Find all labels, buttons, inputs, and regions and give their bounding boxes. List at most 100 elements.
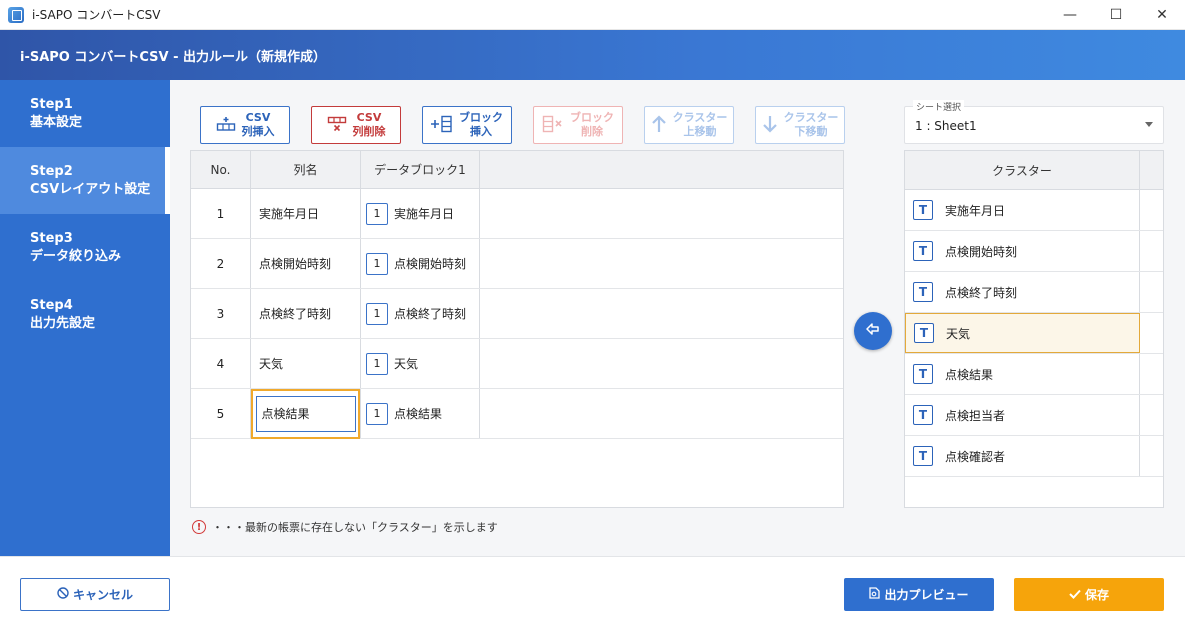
row-number: 2 <box>191 239 251 288</box>
step-number: Step3 <box>30 231 73 246</box>
cancel-icon <box>57 587 69 602</box>
table-row[interactable]: 4 天気 1 天気 <box>191 339 843 389</box>
table-row[interactable]: 5 1 点検結果 <box>191 388 843 439</box>
window-title: i-SAPO コンバートCSV <box>32 8 161 22</box>
cluster-move-up-button[interactable]: クラスター 上移動 <box>644 106 734 144</box>
save-button[interactable]: 保存 <box>1014 578 1164 611</box>
table-row[interactable]: 3 点検終了時刻 1 点検終了時刻 <box>191 289 843 339</box>
page-title: i-SAPO コンバートCSV - 出力ルール（新規作成） <box>20 49 327 65</box>
output-preview-button[interactable]: 出力プレビュー <box>844 578 994 611</box>
warning-icon: ! <box>192 520 206 534</box>
data-block-cell[interactable]: 1 実施年月日 <box>361 189 480 238</box>
cancel-button[interactable]: キャンセル <box>20 578 170 611</box>
cluster-list-header: クラスター <box>905 151 1163 190</box>
text-type-icon: T <box>913 364 933 384</box>
column-name-cell[interactable]: 点検開始時刻 <box>251 239 361 288</box>
cluster-item-label: 実施年月日 <box>945 203 1006 218</box>
column-name-cell[interactable] <box>251 388 361 439</box>
page-header: i-SAPO コンバートCSV - 出力ルール（新規作成） <box>0 30 1185 80</box>
column-header-name: 列名 <box>251 151 361 188</box>
cluster-item-label: 点検開始時刻 <box>945 244 1018 259</box>
cluster-item[interactable]: T 点検結果 <box>905 354 1163 395</box>
cluster-item[interactable]: T 点検確認者 <box>905 436 1163 477</box>
cluster-item-label: 点検終了時刻 <box>945 285 1018 300</box>
arrow-down-icon <box>762 115 778 136</box>
caret-down-icon <box>1145 122 1153 127</box>
csv-column-delete-button[interactable]: CSV 列削除 <box>311 106 401 144</box>
step-number: Step1 <box>30 97 73 112</box>
data-block-cell[interactable]: 1 天気 <box>361 339 480 388</box>
button-label-line2: 列削除 <box>352 125 386 138</box>
block-insert-icon <box>431 115 453 136</box>
sidebar-item-step2[interactable]: Step2 CSVレイアウト設定 <box>0 147 170 214</box>
column-name-cell[interactable]: 点検終了時刻 <box>251 289 361 338</box>
sidebar-item-step3[interactable]: Step3 データ絞り込み <box>0 214 170 281</box>
csv-layout-grid: No. 列名 データブロック1 1 実施年月日 1 実施年月日 2 点検開始時刻… <box>190 150 844 508</box>
cluster-header-label: クラスター <box>905 151 1140 189</box>
step-label: CSVレイアウト設定 <box>30 182 151 197</box>
text-type-icon: T <box>913 200 933 220</box>
button-label-line2: 挿入 <box>470 125 492 138</box>
block-insert-button[interactable]: ブロック 挿入 <box>422 106 512 144</box>
block-delete-icon <box>542 115 564 136</box>
step-label: 基本設定 <box>30 115 83 130</box>
block-cluster-value: 点検結果 <box>394 407 443 421</box>
cancel-button-label: キャンセル <box>72 588 133 602</box>
row-number: 1 <box>191 189 251 238</box>
column-name-cell[interactable]: 天気 <box>251 339 361 388</box>
arrow-left-icon <box>866 322 880 340</box>
table-row[interactable]: 2 点検開始時刻 1 点検開始時刻 <box>191 239 843 289</box>
selected-cell-outline <box>251 388 360 439</box>
button-label-line2: 下移動 <box>794 125 828 138</box>
button-label-line1: クラスター <box>672 111 728 124</box>
sidebar-item-step1[interactable]: Step1 基本設定 <box>0 80 170 147</box>
button-label-line1: ブロック <box>459 111 503 124</box>
data-block-cell[interactable]: 1 点検終了時刻 <box>361 289 480 338</box>
button-label-line1: ブロック <box>570 111 614 124</box>
block-cluster-value: 点検終了時刻 <box>394 307 467 321</box>
cluster-item-label: 天気 <box>946 326 971 341</box>
button-label-line1: クラスター <box>783 111 839 124</box>
close-icon[interactable]: ✕ <box>1139 0 1185 30</box>
button-label-line2: 上移動 <box>683 125 717 138</box>
preview-document-icon <box>869 587 881 602</box>
data-block-cell[interactable]: 1 点検開始時刻 <box>361 239 480 288</box>
cluster-item[interactable]: T 実施年月日 <box>905 190 1163 231</box>
legend-note-text: ・・・最新の帳票に存在しない「クラスター」を示します <box>212 521 498 534</box>
table-row[interactable]: 1 実施年月日 1 実施年月日 <box>191 189 843 239</box>
cluster-item-selected[interactable]: T 天気 <box>905 313 1163 354</box>
app-window: i-SAPO コンバートCSV — ☐ ✕ i-SAPO コンバートCSV - … <box>0 0 1185 632</box>
cluster-item[interactable]: T 点検終了時刻 <box>905 272 1163 313</box>
block-cluster-value: 点検開始時刻 <box>394 257 467 271</box>
arrow-up-icon <box>651 114 667 136</box>
step-sidebar: Step1 基本設定 Step2 CSVレイアウト設定 Step3 データ絞り込… <box>0 80 170 556</box>
add-cluster-to-grid-button[interactable] <box>854 312 892 350</box>
sheet-select[interactable]: シート選択 1 : Sheet1 <box>904 100 1164 144</box>
main-panel: CSV 列挿入 CSV 列削除 ブロック 挿入 ブロック 削除 クラスター 上移… <box>170 80 1185 556</box>
column-name-input[interactable] <box>255 395 356 432</box>
sidebar-item-step4[interactable]: Step4 出力先設定 <box>0 281 170 348</box>
cluster-list: クラスター T 実施年月日 T 点検開始時刻 T 点検終了時刻 T 天気 T 点検結果 T… <box>904 150 1164 508</box>
csv-column-insert-button[interactable]: CSV 列挿入 <box>200 106 290 144</box>
button-label-line2: 削除 <box>581 125 603 138</box>
cluster-item[interactable]: T 点検開始時刻 <box>905 231 1163 272</box>
block-number-badge: 1 <box>366 402 388 425</box>
column-insert-icon <box>216 116 236 135</box>
text-type-icon: T <box>913 282 933 302</box>
cluster-item-label: 点検担当者 <box>945 408 1006 423</box>
output-preview-label: 出力プレビュー <box>884 588 969 602</box>
maximize-icon[interactable]: ☐ <box>1093 0 1139 30</box>
block-delete-button[interactable]: ブロック 削除 <box>533 106 623 144</box>
minimize-icon[interactable]: — <box>1047 0 1093 30</box>
button-label-line1: CSV <box>356 111 382 124</box>
data-block-cell[interactable]: 1 点検結果 <box>361 389 480 438</box>
cluster-item-label: 点検確認者 <box>945 449 1006 464</box>
column-header-no: No. <box>191 151 251 188</box>
cluster-move-down-button[interactable]: クラスター 下移動 <box>755 106 845 144</box>
legend-note: ! ・・・最新の帳票に存在しない「クラスター」を示します <box>192 519 498 535</box>
cluster-item[interactable]: T 点検担当者 <box>905 395 1163 436</box>
block-number-badge: 1 <box>366 352 388 375</box>
check-icon <box>1069 588 1081 602</box>
block-number-badge: 1 <box>366 302 388 325</box>
column-name-cell[interactable]: 実施年月日 <box>251 189 361 238</box>
